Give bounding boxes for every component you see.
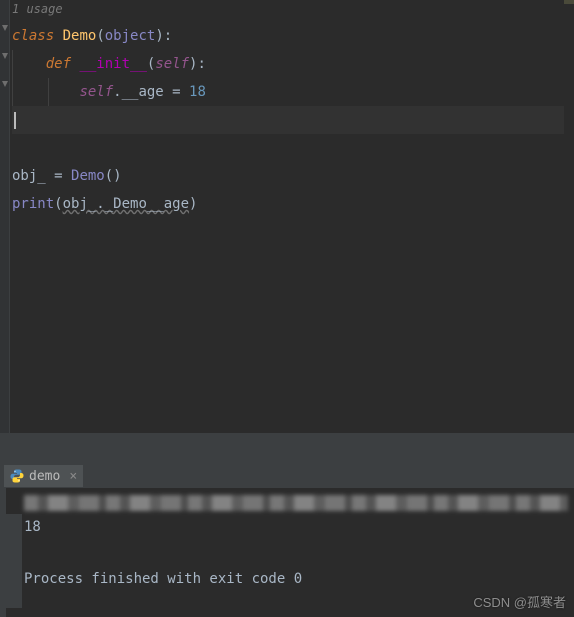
console-output[interactable]: 18 Process finished with exit code 0 [0, 488, 574, 608]
stdout-blank-line [0, 540, 574, 566]
text-cursor [14, 112, 16, 129]
code-area[interactable]: 1 usage class Demo(object): def __init__… [10, 0, 574, 218]
code-line[interactable]: def __init__(self): [12, 50, 574, 78]
editor-gutter [0, 0, 10, 433]
command-line-row [0, 492, 574, 514]
code-line-current[interactable] [12, 106, 574, 134]
usage-hint-inlay[interactable]: 1 usage [12, 0, 574, 22]
classname: Demo [63, 28, 97, 44]
class-ref: Demo [71, 168, 105, 184]
editor-scrollbar[interactable] [564, 0, 574, 433]
ref-self: self [79, 84, 113, 100]
inspection-underline[interactable]: obj_._Demo__age [63, 196, 189, 212]
number-literal: 18 [189, 84, 206, 100]
code-line[interactable]: self.__age = 18 [12, 78, 574, 106]
code-line[interactable]: print(obj_._Demo__age) [12, 190, 574, 218]
exit-code-line: Process finished with exit code 0 [0, 566, 574, 592]
fold-end-icon [1, 80, 9, 88]
keyword-class: class [12, 28, 54, 44]
keyword-def: def [46, 56, 71, 72]
code-line[interactable]: obj_ = Demo() [12, 162, 574, 190]
run-tab-bar: demo × [0, 464, 574, 488]
fold-toggle-icon[interactable] [1, 24, 9, 32]
code-editor-pane[interactable]: 1 usage class Demo(object): def __init__… [0, 0, 574, 434]
code-line[interactable] [12, 134, 574, 162]
command-line-blurred [24, 495, 568, 511]
builtin-object: object [105, 28, 156, 44]
python-icon [10, 469, 24, 483]
code-line[interactable]: class Demo(object): [12, 22, 574, 50]
builtin-print: print [12, 196, 54, 212]
run-tab-label: demo [29, 469, 60, 484]
run-tool-window: demo × 18 Process finished with exit cod… [0, 464, 574, 608]
scrollbar-marker[interactable] [564, 0, 574, 4]
pane-splitter[interactable] [0, 434, 574, 464]
fold-toggle-icon[interactable] [1, 52, 9, 60]
run-tab-demo[interactable]: demo × [4, 465, 83, 487]
method-name-init: __init__ [79, 56, 146, 72]
stdout-line: 18 [0, 514, 574, 540]
bottom-gutter-strip [0, 488, 6, 617]
param-self: self [155, 56, 189, 72]
close-icon[interactable]: × [65, 469, 77, 484]
